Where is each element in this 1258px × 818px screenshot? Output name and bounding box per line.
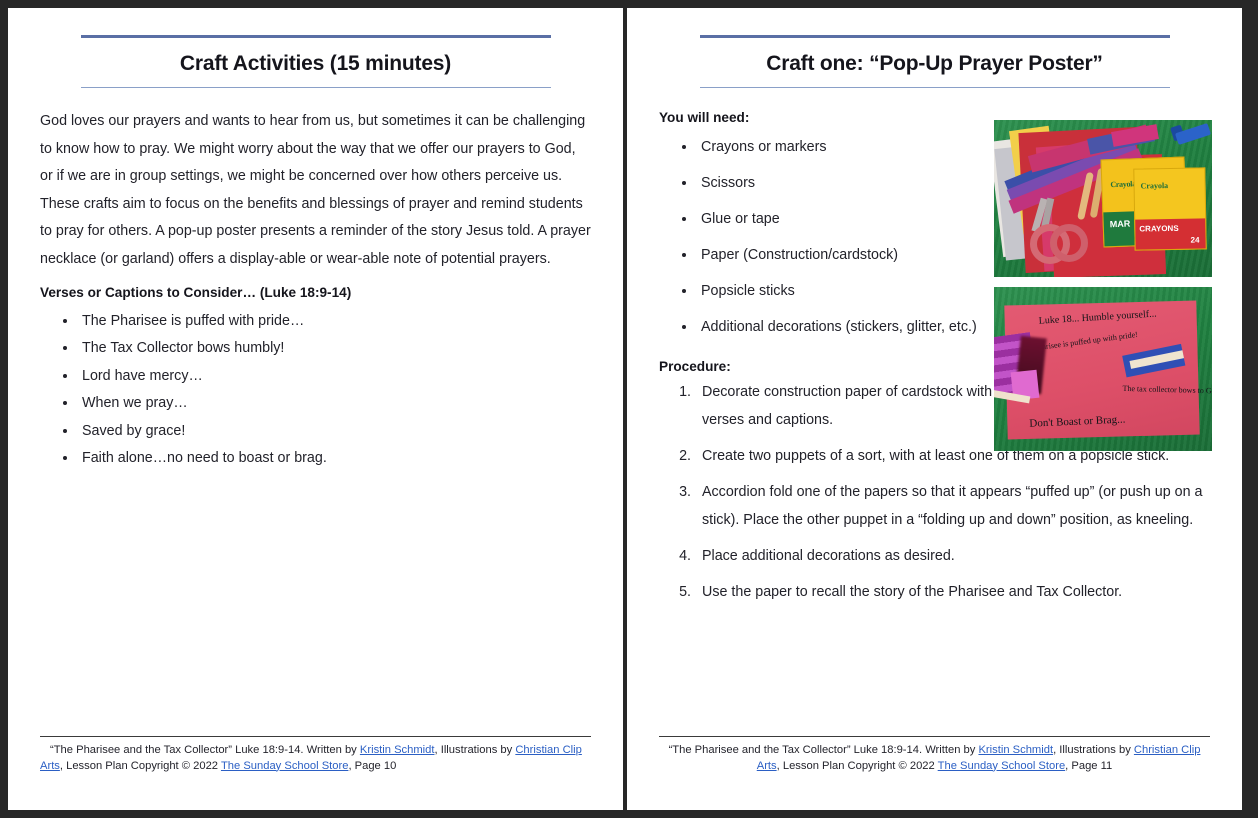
list-item: Place additional decorations as desired. — [695, 542, 1210, 570]
verses-bullet-list: The Pharisee is puffed with pride… The T… — [40, 308, 591, 473]
figure-column: Crayola MAR Crayola CRAYONS 24 Luke 18..… — [994, 120, 1212, 451]
crayon-color-swatches — [1102, 158, 1184, 161]
poster-handwriting-title: Luke 18... Humble yourself... — [1038, 308, 1157, 327]
list-item: Additional decorations (stickers, glitte… — [697, 309, 1027, 345]
materials-list: Crayons or markers Scissors Glue or tape… — [659, 129, 1027, 345]
list-item: Decorate construction paper of cardstock… — [695, 378, 1002, 434]
poster-handwriting-boast: Don't Boast or Brag... — [1029, 413, 1126, 430]
page-footer: “The Pharisee and the Tax Collector” Luk… — [40, 736, 591, 774]
intro-paragraph: God loves our prayers and wants to hear … — [40, 113, 591, 267]
list-item: When we pray… — [78, 390, 591, 418]
crayola-box-word: MAR — [1109, 218, 1131, 230]
document-page-11: Craft one: “Pop-Up Prayer Poster” Crayol… — [627, 8, 1242, 810]
page-title: Craft Activities (15 minutes) — [179, 52, 452, 75]
document-viewer: Craft Activities (15 minutes) God loves … — [0, 0, 1258, 818]
footer-divider — [659, 736, 1210, 737]
footer-credits: “The Pharisee and the Tax Collector” Luk… — [659, 743, 1210, 774]
page-title: Craft one: “Pop-Up Prayer Poster” — [766, 52, 1103, 75]
list-item: Use the paper to recall the story of the… — [695, 578, 1210, 606]
poster-handwriting-collector: The tax collector bows to God — [1122, 383, 1212, 396]
page-heading-block: Craft one: “Pop-Up Prayer Poster” — [699, 8, 1170, 89]
list-item: Accordion fold one of the papers so that… — [695, 478, 1210, 534]
crayon-color-swatches — [1134, 168, 1204, 169]
footer-divider — [40, 736, 591, 737]
crayola-brand-label: Crayola — [1140, 181, 1169, 191]
finished-poster-photo: Luke 18... Humble yourself... The Pharis… — [994, 287, 1212, 451]
footer-text-part3: , Lesson Plan Copyright © 2022 — [59, 759, 221, 772]
list-item: Saved by grace! — [78, 418, 591, 446]
crayola-box-word: CRAYONS — [1139, 223, 1179, 234]
page-footer: “The Pharisee and the Tax Collector” Luk… — [659, 736, 1210, 774]
scissors-handle-ring — [1050, 224, 1088, 262]
page-body: God loves our prayers and wants to hear … — [40, 88, 591, 472]
page-heading-block: Craft Activities (15 minutes) — [80, 8, 551, 89]
list-item: Paper (Construction/cardstock) — [697, 237, 1027, 273]
list-item: The Tax Collector bows humbly! — [78, 335, 591, 363]
footer-text-part3: , Lesson Plan Copyright © 2022 — [776, 759, 938, 772]
list-item: Popsicle sticks — [697, 273, 1027, 309]
document-page-10: Craft Activities (15 minutes) God loves … — [8, 8, 623, 810]
list-item: Crayons or markers — [697, 129, 1027, 165]
craft-supplies-image: Crayola MAR Crayola CRAYONS 24 — [994, 120, 1212, 277]
list-item: Faith alone…no need to boast or brag. — [78, 445, 591, 473]
list-item: Lord have mercy… — [78, 363, 591, 391]
crayola-brand-label: Crayola — [1110, 179, 1136, 190]
crayon-count-label: 24 — [1190, 235, 1200, 245]
footer-text-part2: , Illustrations by — [1053, 744, 1134, 756]
list-item: Glue or tape — [697, 201, 1027, 237]
footer-credits: “The Pharisee and the Tax Collector” Luk… — [40, 743, 591, 774]
footer-text-part2: , Illustrations by — [434, 744, 516, 756]
footer-text-part1: “The Pharisee and the Tax Collector” Luk… — [668, 744, 979, 756]
footer-link-author[interactable]: Kristin Schmidt — [978, 744, 1053, 756]
footer-text-part1: “The Pharisee and the Tax Collector” Luk… — [50, 744, 360, 756]
footer-link-store[interactable]: The Sunday School Store — [938, 760, 1066, 772]
crayola-crayon-box: Crayola CRAYONS 24 — [1133, 167, 1207, 251]
list-item: The Pharisee is puffed with pride… — [78, 308, 591, 336]
verses-subheading: Verses or Captions to Consider… (Luke 18… — [40, 285, 352, 301]
footer-text-page-number: , Page 10 — [348, 759, 397, 772]
footer-link-author[interactable]: Kristin Schmidt — [360, 744, 435, 756]
list-item: Scissors — [697, 165, 1027, 201]
footer-link-store[interactable]: The Sunday School Store — [221, 760, 349, 772]
crayola-box-band: CRAYONS 24 — [1135, 218, 1206, 250]
finished-poster-image: Luke 18... Humble yourself... The Pharis… — [994, 287, 1212, 451]
craft-supplies-photo: Crayola MAR Crayola CRAYONS 24 — [994, 120, 1212, 277]
footer-text-page-number: , Page 11 — [1065, 759, 1113, 772]
